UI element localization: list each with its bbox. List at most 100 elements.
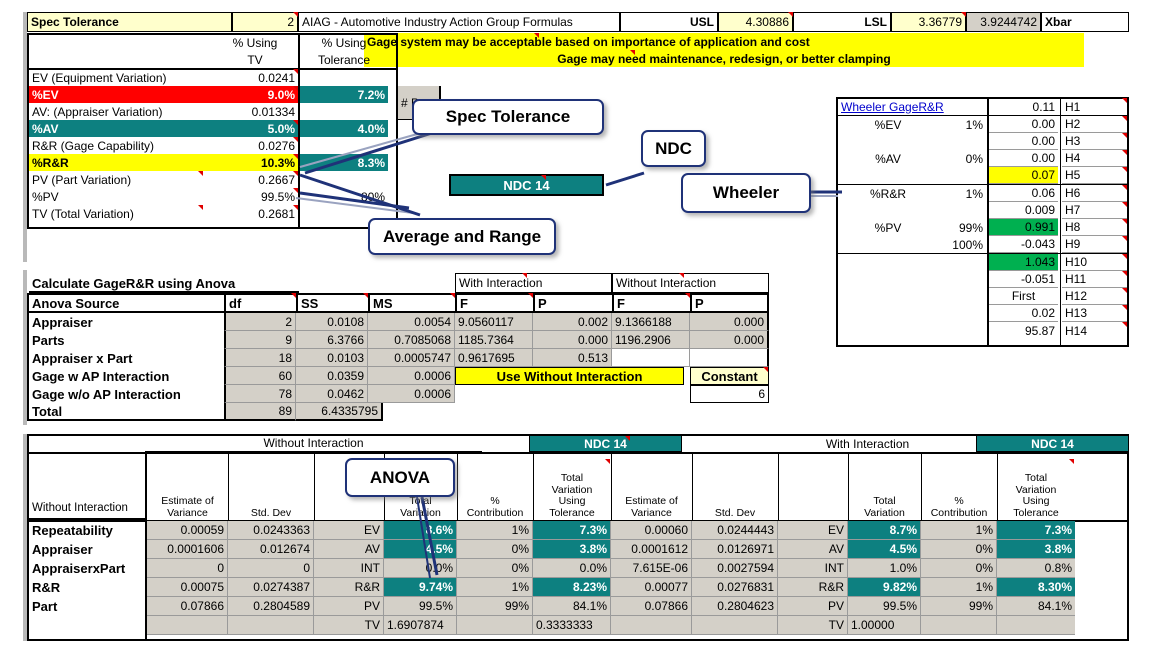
results-wo-tv-repeatability: 8.6% (384, 521, 457, 540)
results-wo-var-appraiserxpart: 0 (147, 559, 228, 578)
results-header-total-variation-wi: Total Variation (864, 495, 905, 519)
callout-average-and-range[interactable]: Average and Range (368, 218, 556, 255)
anova-p-with-appraiser-x-part: 0.513 (533, 349, 612, 367)
anova-p-without-appraiser-x-part (690, 349, 769, 367)
anova-df-total: 89 (224, 403, 296, 421)
results-wo-tol-part: 84.1% (533, 597, 611, 616)
wheeler-value-h14: 95.87 (1024, 323, 1055, 338)
anova-df-gage-w-ap: 60 (224, 367, 296, 385)
results-wo-tv-rr: 9.74% (384, 578, 457, 597)
metric-label-pct-ev: %EV (29, 86, 212, 103)
wheeler-value-h6: 0.06 (989, 185, 1058, 202)
xbar-value: 3.9244742 (966, 12, 1041, 32)
comment-marker-icon (293, 69, 298, 74)
results-wo-tol-appraiser: 3.8% (533, 540, 611, 559)
results-wi-var-tv (611, 616, 692, 635)
wheeler-value-h8: 0.991 (989, 219, 1058, 236)
callout-spec-tolerance[interactable]: Spec Tolerance (412, 99, 604, 135)
results-wo-tol-repeatability: 7.3% (533, 521, 611, 540)
lsl-value[interactable]: 3.36779 (891, 12, 966, 32)
comment-marker-icon (961, 12, 966, 17)
results-wi-pc-appraiser: 0% (921, 540, 997, 559)
results-wo-sd-appraiserxpart: 0 (228, 559, 314, 578)
metric-tol-pct-av: 4.0% (300, 120, 388, 137)
results-code-wo-repeatability: EV (314, 521, 384, 540)
results-wo-sd-tv (228, 616, 314, 635)
results-band-with-interaction: With Interaction (825, 436, 910, 451)
wheeler-ref-h11: H11 (1062, 271, 1127, 288)
wheeler-pct-ev: 1% (965, 117, 983, 132)
results-header-sep-10 (921, 452, 922, 520)
wheeler-value-h10: 1.043 (989, 254, 1058, 271)
constant-label: Constant (690, 367, 769, 385)
results-wi-var-appraiserxpart: 7.615E-06 (611, 559, 692, 578)
metric-tv-ev: 0.0241 (258, 70, 295, 85)
results-wi-sd-repeatability: 0.0244443 (692, 521, 778, 540)
aiag-formulas-text: AIAG - Automotive Industry Action Group … (298, 12, 620, 32)
results-wo-pc-appraiser: 0% (457, 540, 533, 559)
usl-value[interactable]: 4.30886 (718, 12, 793, 32)
metric-tv-pv: 0.2667 (258, 172, 295, 187)
comment-marker-icon (1122, 150, 1127, 155)
results-row-header-label: Without Interaction (29, 500, 145, 520)
results-band-rule (27, 452, 1129, 454)
comment-marker-icon (1122, 133, 1127, 138)
use-without-interaction-banner: Use Without Interaction (455, 367, 684, 385)
results-wo-tv-appraiserxpart: 0.0% (384, 559, 457, 578)
comment-marker-icon (293, 188, 298, 193)
comment-marker-icon (1122, 305, 1127, 310)
results-label-repeatability: Repeatability (32, 523, 113, 538)
sheet-row-gutter (23, 12, 27, 262)
results-wi-tol-appraiserxpart: 0.8% (997, 559, 1075, 578)
results-header-std-dev-wo: Std. Dev (250, 506, 292, 519)
comment-marker-icon (1122, 271, 1127, 276)
comment-marker-icon (198, 205, 203, 210)
anova-f-with-parts: 1185.7364 (455, 331, 533, 349)
anova-p-with-appraiser: 0.002 (533, 313, 612, 331)
metric-tv-pct-ev: 9.0% (212, 86, 298, 103)
comment-marker-icon (541, 175, 546, 180)
metric-label-av: AV: (Appraiser Variation) (32, 104, 163, 119)
wheeler-value-h7: 0.009 (989, 202, 1058, 219)
callout-wheeler[interactable]: Wheeler (681, 173, 811, 213)
anova-header-f-without: F (612, 293, 690, 313)
results-code-wo-rr: R&R (314, 578, 384, 597)
wheeler-pct-total: 100% (952, 237, 983, 252)
wheeler-title[interactable]: Wheeler GageR&R (838, 98, 986, 115)
comment-marker-icon (1122, 167, 1127, 172)
wheeler-value-h2: 0.00 (989, 116, 1058, 133)
results-wo-tol-tv: 0.3333333 (533, 616, 611, 635)
anova-ss-parts: 6.3766 (296, 331, 368, 349)
metric-tv-tv: 0.2681 (258, 206, 295, 221)
results-wo-sd-part: 0.2804589 (228, 597, 314, 616)
callout-anova[interactable]: ANOVA (345, 458, 455, 497)
callout-ndc[interactable]: NDC (641, 130, 706, 167)
results-wo-pc-rr: 1% (457, 578, 533, 597)
comment-marker-icon (293, 86, 298, 91)
anova-f-with-appraiser-x-part: 0.9617695 (455, 349, 533, 367)
results-wi-var-part: 0.07866 (611, 597, 692, 616)
results-header-est-variance-wo: Estimate of Variance (161, 495, 214, 519)
comment-marker-icon (522, 273, 527, 278)
comment-marker-icon (1122, 116, 1127, 121)
comment-marker-icon (685, 293, 690, 298)
results-code-wo-appraiser: AV (314, 540, 384, 559)
anova-ms-appraiser: 0.0054 (368, 313, 455, 331)
results-wo-pc-appraiserxpart: 0% (457, 559, 533, 578)
comment-marker-icon (293, 205, 298, 210)
results-wo-sd-appraiser: 0.012674 (228, 540, 314, 559)
spec-tolerance-value[interactable]: 2 (232, 12, 298, 32)
comment-marker-icon (1122, 202, 1127, 207)
anova-f-with-appraiser: 9.0560117 (455, 313, 533, 331)
results-header-sep-5 (533, 452, 534, 520)
anova-ss-total: 6.4335795 (296, 403, 383, 421)
comment-marker-icon (293, 120, 298, 125)
results-header-code-wi (778, 470, 848, 520)
results-wi-sd-tv (692, 616, 778, 635)
results-header-sep-7 (692, 452, 693, 520)
metric-tol-pct-pv: 80% (360, 189, 385, 204)
wheeler-ref-h14: H14 (1065, 323, 1088, 338)
comment-marker-icon (528, 293, 533, 298)
spec-tolerance-label: Spec Tolerance (27, 12, 232, 32)
anova-f-without-appraiser: 9.1366188 (612, 313, 690, 331)
